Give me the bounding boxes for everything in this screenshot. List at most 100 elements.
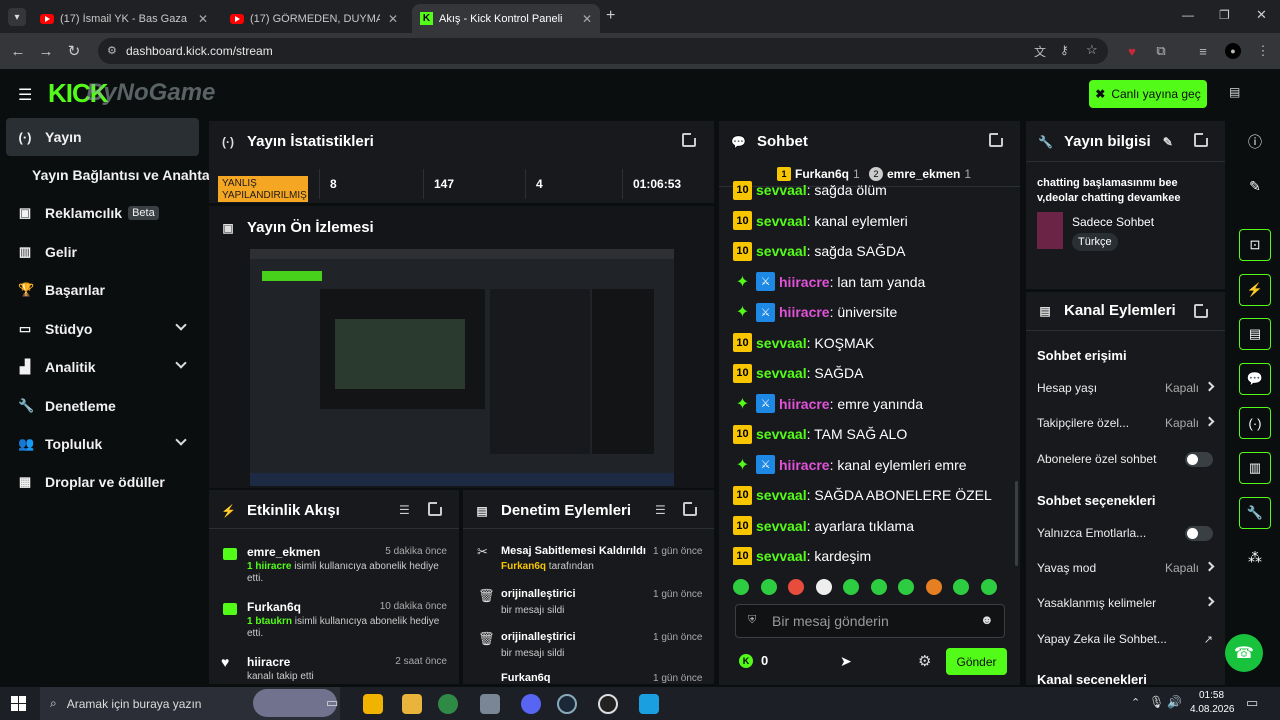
popout-icon[interactable] (989, 132, 1004, 147)
emote-icon[interactable] (733, 579, 749, 595)
chat-username[interactable]: sevvaal (756, 182, 807, 198)
chat-username[interactable]: hiiracre (779, 274, 830, 290)
volume-icon[interactable]: 🔊 (1167, 695, 1182, 709)
emote-icon[interactable] (925, 579, 942, 595)
emote-icon[interactable] (980, 579, 997, 595)
misconfigured-warning[interactable]: YANLIŞ YAPILANDIRILMIŞ (218, 176, 308, 202)
profile-avatar[interactable]: ● (1225, 43, 1241, 59)
chat-scrollbar[interactable] (1015, 481, 1018, 566)
filter-icon[interactable]: ☰ (399, 503, 411, 517)
media-icon[interactable]: ≡ (1195, 43, 1211, 59)
kick-points[interactable]: K 0 (739, 653, 768, 668)
sidebar-item-stream-key[interactable]: Yayın Bağlantısı ve Anahtarı (6, 156, 219, 194)
chat-input[interactable]: ⛨ Bir mesaj gönderin ☻ (735, 604, 1005, 638)
popout-icon[interactable] (1194, 132, 1209, 147)
emote-icon[interactable] (953, 579, 969, 595)
emotes-only-toggle[interactable] (1185, 525, 1213, 541)
emote-icon[interactable] (760, 579, 777, 595)
extension-heart-icon[interactable]: ♥ (1124, 43, 1140, 59)
close-window-button[interactable]: ✕ (1256, 7, 1267, 23)
edit-icon[interactable]: ✎ (1239, 170, 1271, 202)
send-button[interactable]: Gönder (946, 648, 1007, 675)
moderator-name[interactable]: Furkan6q (501, 561, 546, 572)
slow-mode-setting[interactable]: Yavaş mod Kapalı (1037, 557, 1215, 579)
sidebar-item-moderation[interactable]: 🔧 Denetleme (6, 387, 199, 425)
document-icon[interactable]: ▤ (1239, 318, 1271, 350)
reload-icon[interactable]: ↻ (64, 41, 84, 61)
account-age-setting[interactable]: Hesap yaşı Kapalı (1037, 377, 1215, 399)
back-icon[interactable]: ← (8, 41, 28, 61)
close-icon[interactable]: ✕ (198, 12, 208, 26)
channel-icon[interactable]: ▥ (1239, 452, 1271, 484)
share-icon[interactable]: ⁂ (1239, 541, 1271, 573)
chrome-icon[interactable] (438, 694, 458, 714)
key-icon[interactable]: ⚷ (1060, 43, 1069, 57)
sidebar-item-analytics[interactable]: ▟ Analitik (6, 348, 199, 386)
app-icon-b[interactable] (639, 694, 659, 714)
wrench-icon[interactable]: 🔧 (1239, 497, 1271, 529)
activity-user[interactable]: emre_ekmen (247, 545, 320, 559)
tray-up-arrow-icon[interactable]: ⌃ (1131, 696, 1140, 709)
minimize-button[interactable]: — (1182, 8, 1194, 22)
chat-username[interactable]: hiiracre (779, 396, 830, 412)
stream-preview-video[interactable] (250, 249, 674, 486)
activity-user[interactable]: Furkan6q (247, 600, 301, 614)
extensions-icon[interactable]: ⧉ (1153, 43, 1169, 59)
followers-only-setting[interactable]: Takipçilere özel... Kapalı (1037, 412, 1215, 434)
chat-settings-icon[interactable]: ⚙ (918, 652, 931, 670)
moderation-action-title[interactable]: Furkan6q (501, 672, 551, 683)
new-tab-button[interactable]: + (606, 7, 615, 25)
browser-tab-3[interactable]: K Akış - Kick Kontrol Paneli ✕ (412, 4, 600, 33)
steam-icon[interactable] (557, 694, 577, 714)
pinned-user[interactable]: 2 emre_ekmen 1 (869, 167, 971, 181)
app-icon-cloud[interactable] (480, 694, 500, 714)
obs-icon[interactable] (598, 694, 618, 714)
popout-icon[interactable] (1194, 303, 1209, 318)
menu-icon[interactable]: ☰ (18, 85, 32, 105)
chat-username[interactable]: sevvaal (756, 213, 807, 229)
banned-words-setting[interactable]: Yasaklanmış kelimeler (1037, 592, 1215, 614)
chat-bubble-icon[interactable]: 💬 (1239, 363, 1271, 395)
category-name[interactable]: Sadece Sohbet (1072, 215, 1154, 229)
emote-icon[interactable] (815, 579, 832, 595)
activity-user[interactable]: hiiracre (247, 655, 290, 669)
sidebar-item-revenue[interactable]: ▥ Gelir (6, 233, 199, 271)
translate-icon[interactable]: 文 (1034, 43, 1046, 60)
site-info-icon[interactable]: ⚙ (107, 44, 117, 57)
subs-only-toggle[interactable] (1185, 451, 1213, 467)
emote-icon[interactable] (870, 579, 887, 595)
chat-username[interactable]: sevvaal (756, 548, 807, 564)
task-view-icon[interactable]: ▭ (326, 695, 338, 711)
tab-list-button[interactable]: ▾ (8, 8, 26, 26)
chat-username[interactable]: sevvaal (756, 243, 807, 259)
chat-username[interactable]: sevvaal (756, 335, 807, 351)
popout-icon[interactable] (683, 501, 698, 516)
edit-icon[interactable]: ✎ (1163, 135, 1173, 149)
chat-username[interactable]: sevvaal (756, 426, 807, 442)
chat-username[interactable]: hiiracre (779, 304, 830, 320)
sidebar-item-studio[interactable]: ▭ Stüdyo (6, 310, 199, 348)
maximize-button[interactable]: ❐ (1219, 8, 1230, 22)
sidebar-item-drops[interactable]: ▦ Droplar ve ödüller (6, 463, 199, 501)
broadcast-icon[interactable]: (·) (1239, 407, 1271, 439)
sidebar-item-community[interactable]: 👥 Topluluk (6, 425, 199, 463)
close-icon[interactable]: ✕ (388, 12, 398, 26)
emote-icon[interactable] (843, 579, 859, 595)
clip-icon[interactable]: ⊡ (1239, 229, 1271, 261)
emote-icon[interactable] (788, 579, 804, 595)
go-live-button[interactable]: ✖ Canlı yayına geç (1089, 80, 1207, 108)
chat-username[interactable]: sevvaal (756, 365, 807, 381)
support-chat-icon[interactable]: ☎ (1225, 634, 1263, 672)
notification-icon[interactable]: ▭ (1246, 695, 1258, 711)
filter-icon[interactable]: ☰ (655, 503, 667, 517)
app-icon-discord[interactable] (521, 694, 541, 714)
app-icon-rk[interactable] (363, 694, 383, 714)
windows-start-icon[interactable] (11, 696, 26, 711)
chat-username[interactable]: sevvaal (756, 487, 807, 503)
chat-username[interactable]: hiiracre (779, 457, 830, 473)
chat-username[interactable]: sevvaal (756, 518, 807, 534)
moderation-action-title[interactable]: orijinalleştirici (501, 588, 576, 600)
ai-chat-setting[interactable]: Yapay Zeka ile Sohbet... ↗ (1037, 628, 1213, 650)
bookmark-star-icon[interactable]: ☆ (1086, 42, 1098, 58)
moderation-action-title[interactable]: orijinalleştirici (501, 631, 576, 643)
